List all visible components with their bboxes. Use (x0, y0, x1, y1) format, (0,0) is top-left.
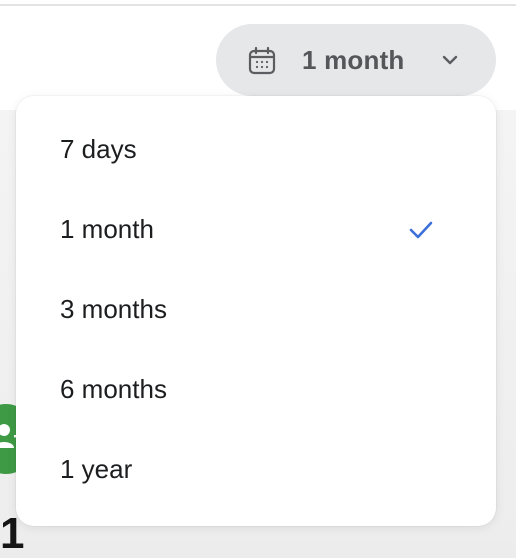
menu-item-label: 6 months (60, 374, 167, 404)
menu-item-label: 7 days (60, 134, 137, 164)
calendar-icon (248, 46, 276, 75)
period-selector-label: 1 month (302, 45, 405, 75)
menu-item-label: 1 year (60, 454, 133, 484)
chevron-down-icon (442, 55, 458, 65)
menu-item-7-days[interactable]: 7 days (16, 111, 496, 191)
menu-item-1-year[interactable]: 1 year (16, 431, 496, 511)
period-dropdown-menu: 7 days 1 month 3 months 6 months 1 year (16, 96, 496, 526)
menu-item-label: 3 months (60, 294, 167, 324)
checkmark-icon (409, 221, 433, 239)
period-selector-button[interactable]: 1 month (216, 24, 496, 96)
header-divider (0, 4, 516, 6)
menu-item-3-months[interactable]: 3 months (16, 271, 496, 351)
menu-item-1-month[interactable]: 1 month (16, 191, 496, 271)
menu-item-label: 1 month (60, 214, 154, 244)
menu-item-6-months[interactable]: 6 months (16, 351, 496, 431)
